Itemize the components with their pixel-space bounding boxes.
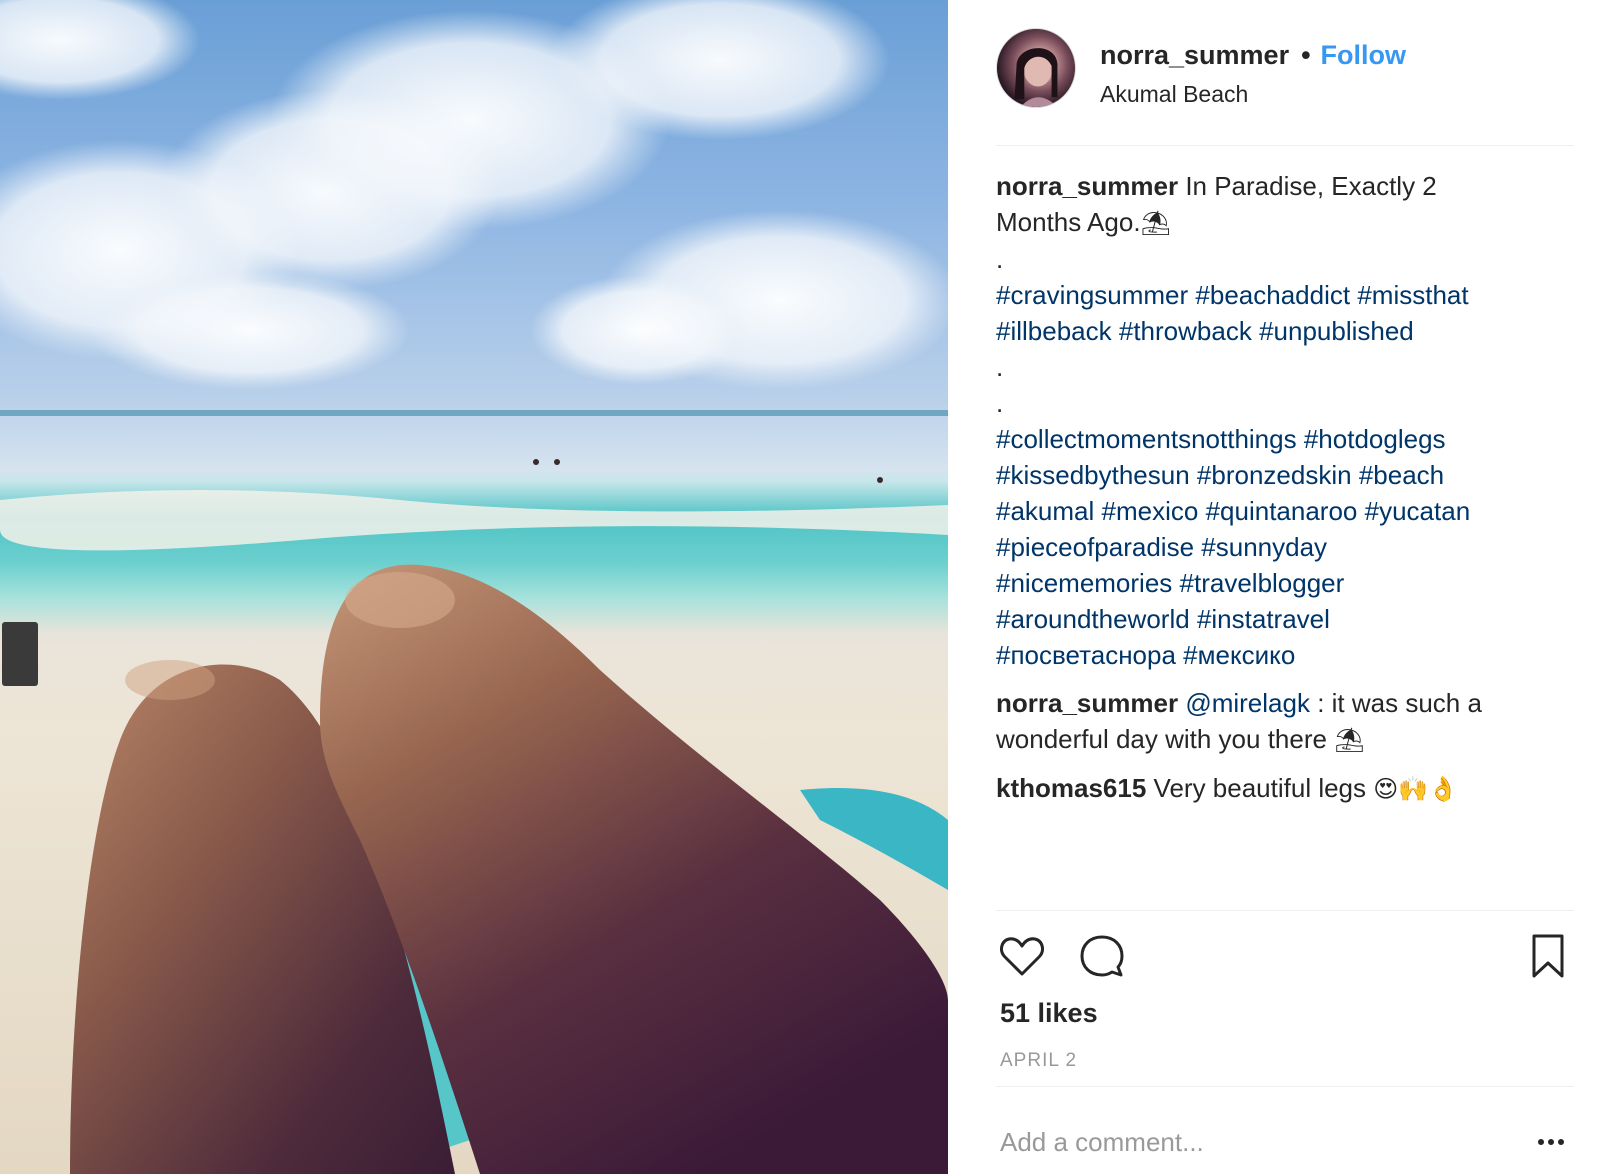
avatar[interactable]	[996, 28, 1076, 108]
comment-username[interactable]: kthomas615	[996, 773, 1146, 803]
hashtag-link[interactable]: #hotdoglegs	[1304, 424, 1446, 454]
beach-legs-illustration	[0, 0, 948, 1174]
hashtag-link[interactable]: #beachaddict	[1195, 280, 1350, 310]
comment-text: : it was such a	[1317, 688, 1482, 718]
caption-username[interactable]: norra_summer	[996, 171, 1178, 201]
post-photo[interactable]	[0, 0, 948, 1174]
comment-text: Very beautiful legs	[1153, 773, 1367, 803]
hashtag-link[interactable]: #bronzedskin	[1197, 460, 1352, 490]
profile-picture-icon	[1014, 48, 1058, 107]
action-bar	[996, 930, 1574, 982]
add-comment-input[interactable]	[1000, 1124, 1500, 1160]
comments-section: norra_summer In Paradise, Exactly 2 Mont…	[996, 168, 1574, 819]
hashtag-link[interactable]: #sunnyday	[1201, 532, 1327, 562]
speech-bubble-icon[interactable]	[1076, 930, 1128, 982]
follow-button[interactable]: Follow	[1321, 40, 1406, 70]
caption-text-line2: Months Ago.	[996, 207, 1141, 237]
post-details-panel: norra_summer • Follow Akumal Beach norra_s…	[996, 0, 1574, 1174]
hashtag-link[interactable]: #quintanaroo	[1206, 496, 1358, 526]
post-date[interactable]: APRIL 2	[1000, 1050, 1077, 1072]
caption-dot: .	[996, 388, 1004, 418]
header-username[interactable]: norra_summer	[1100, 40, 1289, 70]
comment-text: wonderful day with you there	[996, 724, 1327, 754]
more-options-icon[interactable]	[1538, 1130, 1574, 1154]
hashtag-link[interactable]: #mexico	[1102, 496, 1199, 526]
hashtag-link[interactable]: #instatravel	[1197, 604, 1330, 634]
hashtag-link[interactable]: #throwback	[1119, 316, 1252, 346]
hashtag-link[interactable]: #мексико	[1183, 640, 1295, 670]
comment-item: kthomas615 Very beautiful legs 😍🙌👌	[996, 770, 1574, 807]
bookmark-icon[interactable]	[1522, 930, 1574, 982]
emoji-reactions-icon: 😍🙌👌	[1373, 775, 1459, 803]
caption: norra_summer In Paradise, Exactly 2 Mont…	[996, 168, 1574, 673]
hashtag-link[interactable]: #посветаснора	[996, 640, 1176, 670]
hashtag-link[interactable]: #illbeback	[996, 316, 1112, 346]
hashtag-link[interactable]: #yucatan	[1365, 496, 1471, 526]
hashtag-link[interactable]: #nicememories	[996, 568, 1172, 598]
hashtag-link[interactable]: #kissedbythesun	[996, 460, 1190, 490]
hashtag-link[interactable]: #aroundtheworld	[996, 604, 1190, 634]
hashtag-link[interactable]: #missthat	[1357, 280, 1468, 310]
hashtag-link[interactable]: #pieceofparadise	[996, 532, 1194, 562]
post-header: norra_summer • Follow Akumal Beach	[996, 28, 1574, 146]
comment-username[interactable]: norra_summer	[996, 688, 1178, 718]
caption-dot: .	[996, 352, 1004, 382]
mention-link[interactable]: @mirelagk	[1185, 688, 1310, 718]
comment-item: norra_summer @mirelagk : it was such a w…	[996, 685, 1574, 758]
divider	[996, 910, 1574, 911]
heart-icon[interactable]	[996, 930, 1048, 982]
divider	[996, 1086, 1574, 1087]
header-user-line: norra_summer • Follow	[1100, 38, 1406, 72]
beach-umbrella-icon: ⛱	[1140, 209, 1172, 237]
hashtag-link[interactable]: #travelblogger	[1180, 568, 1345, 598]
caption-dot: .	[996, 244, 1004, 274]
hashtag-link[interactable]: #beach	[1359, 460, 1444, 490]
separator-dot: •	[1301, 40, 1311, 70]
caption-text-line1: In Paradise, Exactly 2	[1185, 171, 1437, 201]
hashtag-link[interactable]: #akumal	[996, 496, 1094, 526]
location-link[interactable]: Akumal Beach	[1100, 78, 1248, 110]
hashtag-link[interactable]: #unpublished	[1259, 316, 1414, 346]
hashtag-link[interactable]: #collectmomentsnotthings	[996, 424, 1297, 454]
beach-umbrella-icon: ⛱	[1334, 726, 1365, 754]
hashtag-link[interactable]: #cravingsummer	[996, 280, 1188, 310]
likes-count[interactable]: 51 likes	[1000, 998, 1098, 1029]
